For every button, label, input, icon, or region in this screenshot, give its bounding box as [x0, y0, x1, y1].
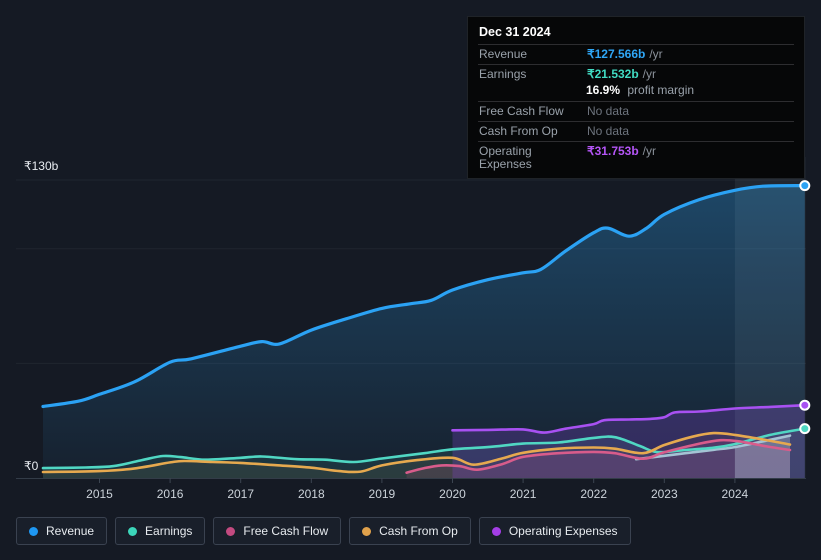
- legend-dot-operating-expenses: [491, 526, 501, 536]
- end-marker-earnings: [799, 423, 811, 435]
- legend-label-free-cash-flow: Free Cash Flow: [243, 524, 329, 538]
- tooltip-row-free-cash-flow: Free Cash Flow No data: [478, 101, 794, 121]
- legend-label-cash-from-op: Cash From Op: [379, 524, 458, 538]
- end-marker-revenue: [799, 180, 811, 192]
- end-marker-operating-expenses: [799, 399, 811, 411]
- x-axis-label-2023: 2023: [650, 487, 678, 501]
- x-axis-label-2019: 2019: [368, 487, 396, 501]
- tooltip-value-cash-from-op: No data: [587, 124, 630, 138]
- tooltip-label-opex: Operating Expenses: [479, 144, 532, 171]
- legend-dot-free-cash-flow: [226, 526, 236, 536]
- legend-item-revenue[interactable]: Revenue: [16, 517, 108, 545]
- tooltip-date: Dec 31 2024: [479, 25, 551, 39]
- y-axis-label-zero: ₹0: [24, 459, 39, 473]
- earnings-revenue-history-chart: ₹130b ₹0 2015 2016 2017 2018 2019 2020 2021 202…: [0, 0, 821, 560]
- legend-item-earnings[interactable]: Earnings: [115, 517, 206, 545]
- tooltip-row-revenue: Revenue ₹127.566b /yr: [478, 44, 794, 64]
- tooltip-value-revenue: ₹127.566b: [587, 47, 646, 61]
- tooltip-value-opex: ₹31.753b: [587, 144, 639, 158]
- tooltip-profit-margin: 16.9% profit margin: [478, 84, 794, 101]
- y-axis-label-max: ₹130b: [24, 159, 59, 173]
- tooltip-label-fcf: Free Cash Flow: [479, 104, 564, 118]
- legend-dot-cash-from-op: [362, 526, 372, 536]
- tooltip-row-cash-from-op: Cash From Op No data: [478, 121, 794, 141]
- tooltip-value-fcf: No data: [587, 104, 630, 118]
- tooltip-value-earnings: ₹21.532b: [587, 67, 639, 81]
- legend-item-free-cash-flow[interactable]: Free Cash Flow: [213, 517, 342, 545]
- tooltip-panel: Dec 31 2024 Revenue ₹127.566b /yr Earnin…: [467, 16, 805, 179]
- x-axis-label-2018: 2018: [297, 487, 325, 501]
- x-axis-label-2024: 2024: [721, 487, 749, 501]
- tooltip-label-cash-from-op: Cash From Op: [479, 124, 558, 138]
- legend-dot-earnings: [128, 526, 138, 536]
- tooltip-unit-revenue: /yr: [649, 47, 663, 61]
- chart-legend: Revenue Earnings Free Cash Flow Cash From O…: [16, 517, 631, 545]
- tooltip-row-earnings: Earnings ₹21.532b /yr 16.9% profit margi…: [478, 64, 794, 101]
- legend-label-operating-expenses: Operating Expenses: [508, 524, 618, 538]
- x-axis-label-2016: 2016: [156, 487, 184, 501]
- x-axis-label-2022: 2022: [580, 487, 608, 501]
- tooltip-row-operating-expenses: Operating Expenses ₹31.753b /yr: [478, 141, 794, 174]
- tooltip-unit-earnings: /yr: [642, 67, 657, 81]
- legend-dot-revenue: [29, 526, 38, 536]
- tooltip-label-revenue: Revenue: [479, 47, 528, 61]
- tooltip-unit-opex: /yr: [642, 144, 657, 158]
- profit-margin-label: profit margin: [627, 83, 695, 97]
- x-axis-label-2021: 2021: [509, 487, 537, 501]
- tooltip-label-earnings: Earnings: [479, 67, 527, 81]
- x-axis-label-2020: 2020: [439, 487, 466, 501]
- x-axis-label-2015: 2015: [86, 487, 113, 501]
- profit-margin-value: 16.9%: [586, 83, 621, 97]
- legend-label-revenue: Revenue: [46, 524, 95, 538]
- x-axis-label-2017: 2017: [227, 487, 255, 501]
- legend-item-operating-expenses[interactable]: Operating Expenses: [478, 517, 631, 545]
- legend-item-cash-from-op[interactable]: Cash From Op: [349, 517, 471, 545]
- legend-label-earnings: Earnings: [145, 524, 193, 538]
